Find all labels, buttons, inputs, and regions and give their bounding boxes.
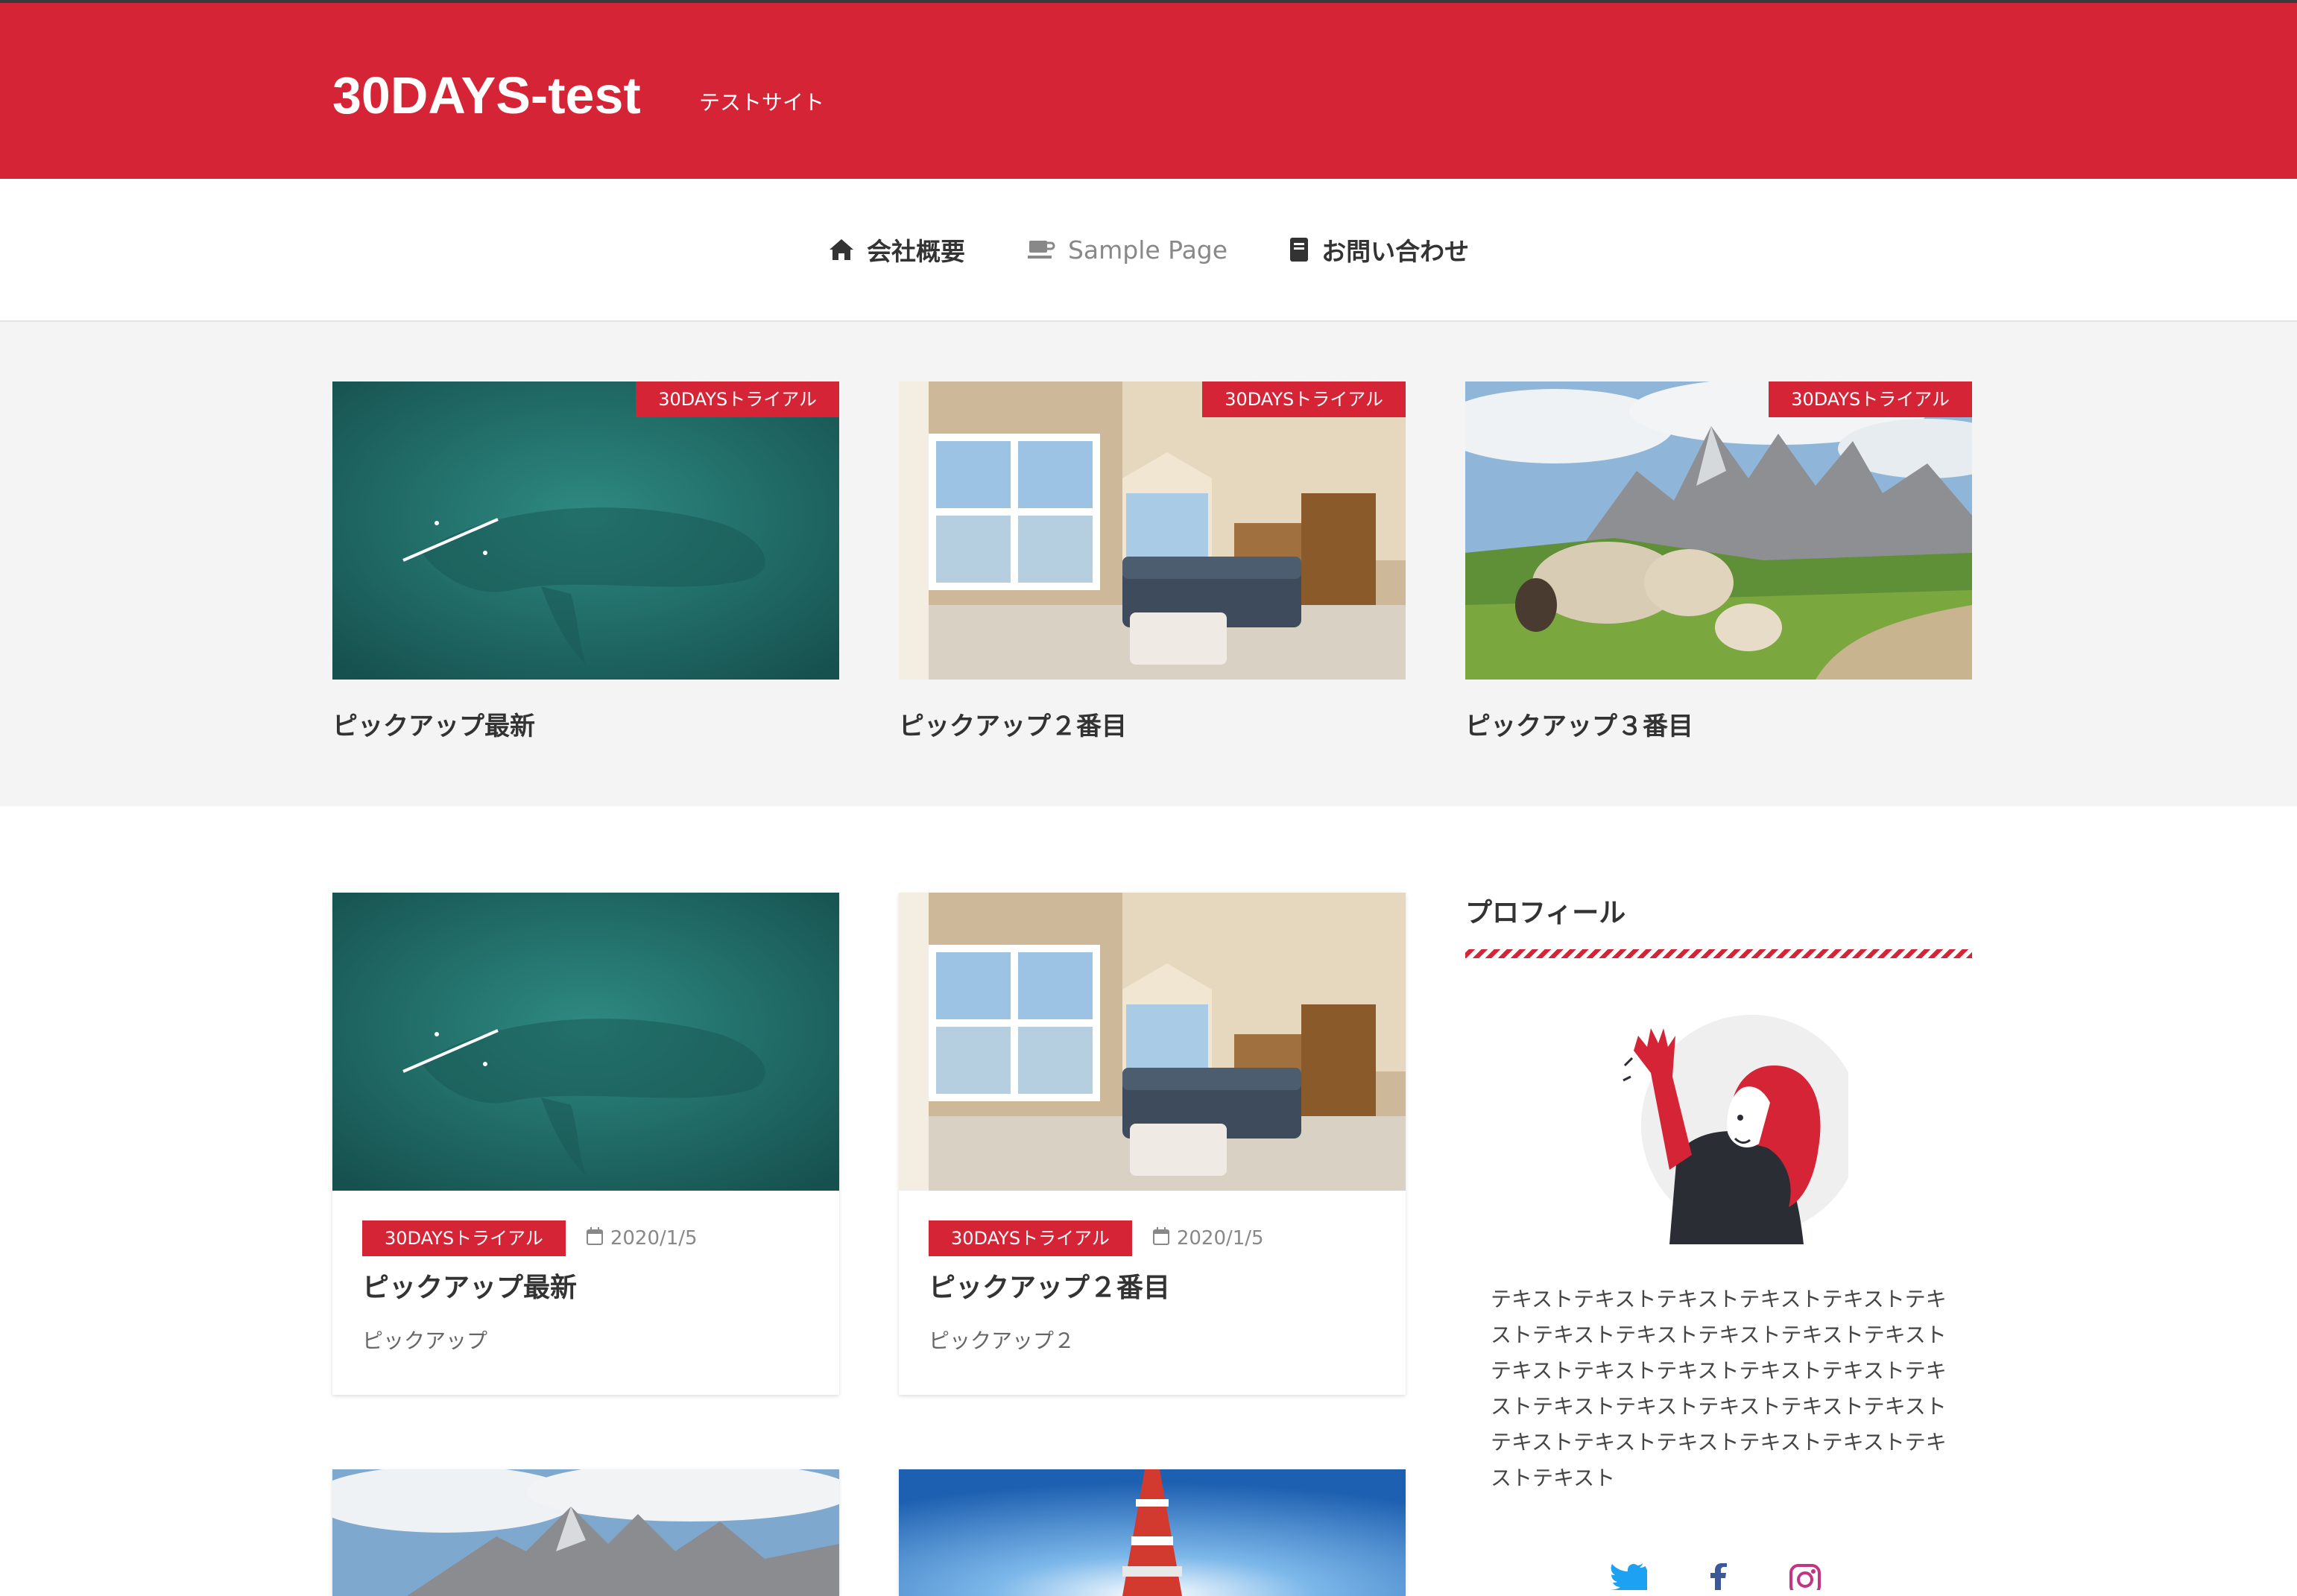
pickup-thumbnail-whale: 30DAYSトライアル (332, 381, 839, 680)
article-meta: 30DAYSトライアル 2020/1/5 (929, 1220, 1264, 1256)
widget-title-underline (1465, 949, 1972, 958)
article-date: 2020/1/5 (586, 1226, 698, 1250)
category-badge[interactable]: 30DAYSトライアル (1769, 381, 1972, 417)
global-nav: 会社概要 Sample Page お問い合わせ (0, 179, 2297, 322)
nav-item-sample-page[interactable]: Sample Page (1026, 235, 1228, 265)
site-tagline: テストサイト (699, 90, 825, 115)
facebook-icon[interactable] (1707, 1563, 1729, 1593)
pickup-card[interactable]: 30DAYSトライアル ピックアップ３番目 (1465, 381, 1972, 745)
article-card[interactable]: 30DAYSトライアル 2020/1/5 ピックアップ最新 ピックアップ (332, 893, 839, 1395)
article-thumbnail-mountains (332, 1469, 839, 1596)
article-thumbnail-tokyo-tower (899, 1469, 1406, 1596)
article-card[interactable] (899, 1469, 1406, 1596)
article-thumbnail-living-room (899, 893, 1406, 1191)
article-meta: 30DAYSトライアル 2020/1/5 (362, 1220, 698, 1256)
calendar-icon (586, 1226, 603, 1250)
pickup-card[interactable]: 30DAYSトライアル ピックアップ２番目 (899, 381, 1406, 745)
social-links (1608, 1563, 1822, 1595)
pickup-title[interactable]: ピックアップ３番目 (1465, 708, 1972, 745)
article-excerpt: ピックアップ (362, 1329, 488, 1353)
profile-avatar (1580, 1006, 1862, 1247)
article-date: 2020/1/5 (1152, 1226, 1264, 1250)
article-excerpt: ピックアップ２ (929, 1329, 1075, 1353)
article-title[interactable]: ピックアップ最新 (362, 1270, 577, 1307)
nav-item-company[interactable]: 会社概要 (828, 232, 965, 267)
instagram-icon[interactable] (1789, 1563, 1822, 1595)
pickup-title[interactable]: ピックアップ最新 (332, 708, 839, 745)
nav-item-contact[interactable]: お問い合わせ (1289, 232, 1469, 267)
pickup-thumbnail-living-room: 30DAYSトライアル (899, 381, 1406, 680)
pickup-card[interactable]: 30DAYSトライアル ピックアップ最新 (332, 381, 839, 745)
category-badge[interactable]: 30DAYSトライアル (1202, 381, 1406, 417)
category-badge[interactable]: 30DAYSトライアル (929, 1220, 1132, 1256)
profile-widget-title: プロフィール (1465, 898, 1626, 928)
home-icon (828, 238, 855, 262)
coffee-icon (1026, 238, 1056, 262)
category-badge[interactable]: 30DAYSトライアル (636, 381, 839, 417)
site-title[interactable]: 30DAYS-test (332, 64, 641, 127)
article-date-text: 2020/1/5 (610, 1227, 698, 1250)
calendar-icon (1152, 1226, 1169, 1250)
book-icon (1289, 237, 1309, 262)
pickup-section: 30DAYSトライアル ピックアップ最新 30DAYSトライアル ピックアップ２… (0, 322, 2297, 806)
article-date-text: 2020/1/5 (1176, 1227, 1264, 1250)
profile-description: テキストテキストテキストテキストテキストテキストテキストテキストテキストテキスト… (1491, 1287, 1947, 1490)
article-thumbnail-whale (332, 893, 839, 1191)
category-badge[interactable]: 30DAYSトライアル (362, 1220, 566, 1256)
site-header: 30DAYS-test テストサイト (0, 3, 2297, 179)
nav-item-label: 会社概要 (866, 237, 965, 266)
pickup-thumbnail-sheep: 30DAYSトライアル (1465, 381, 1972, 680)
article-title[interactable]: ピックアップ２番目 (929, 1270, 1170, 1307)
nav-item-label: Sample Page (1067, 235, 1228, 265)
article-card[interactable]: 30DAYSトライアル 2020/1/5 ピックアップ２番目 ピックアップ２ (899, 893, 1406, 1395)
pickup-title[interactable]: ピックアップ２番目 (899, 708, 1406, 745)
nav-item-label: お問い合わせ (1321, 237, 1470, 266)
twitter-icon[interactable] (1608, 1563, 1647, 1593)
article-card[interactable] (332, 1469, 839, 1596)
